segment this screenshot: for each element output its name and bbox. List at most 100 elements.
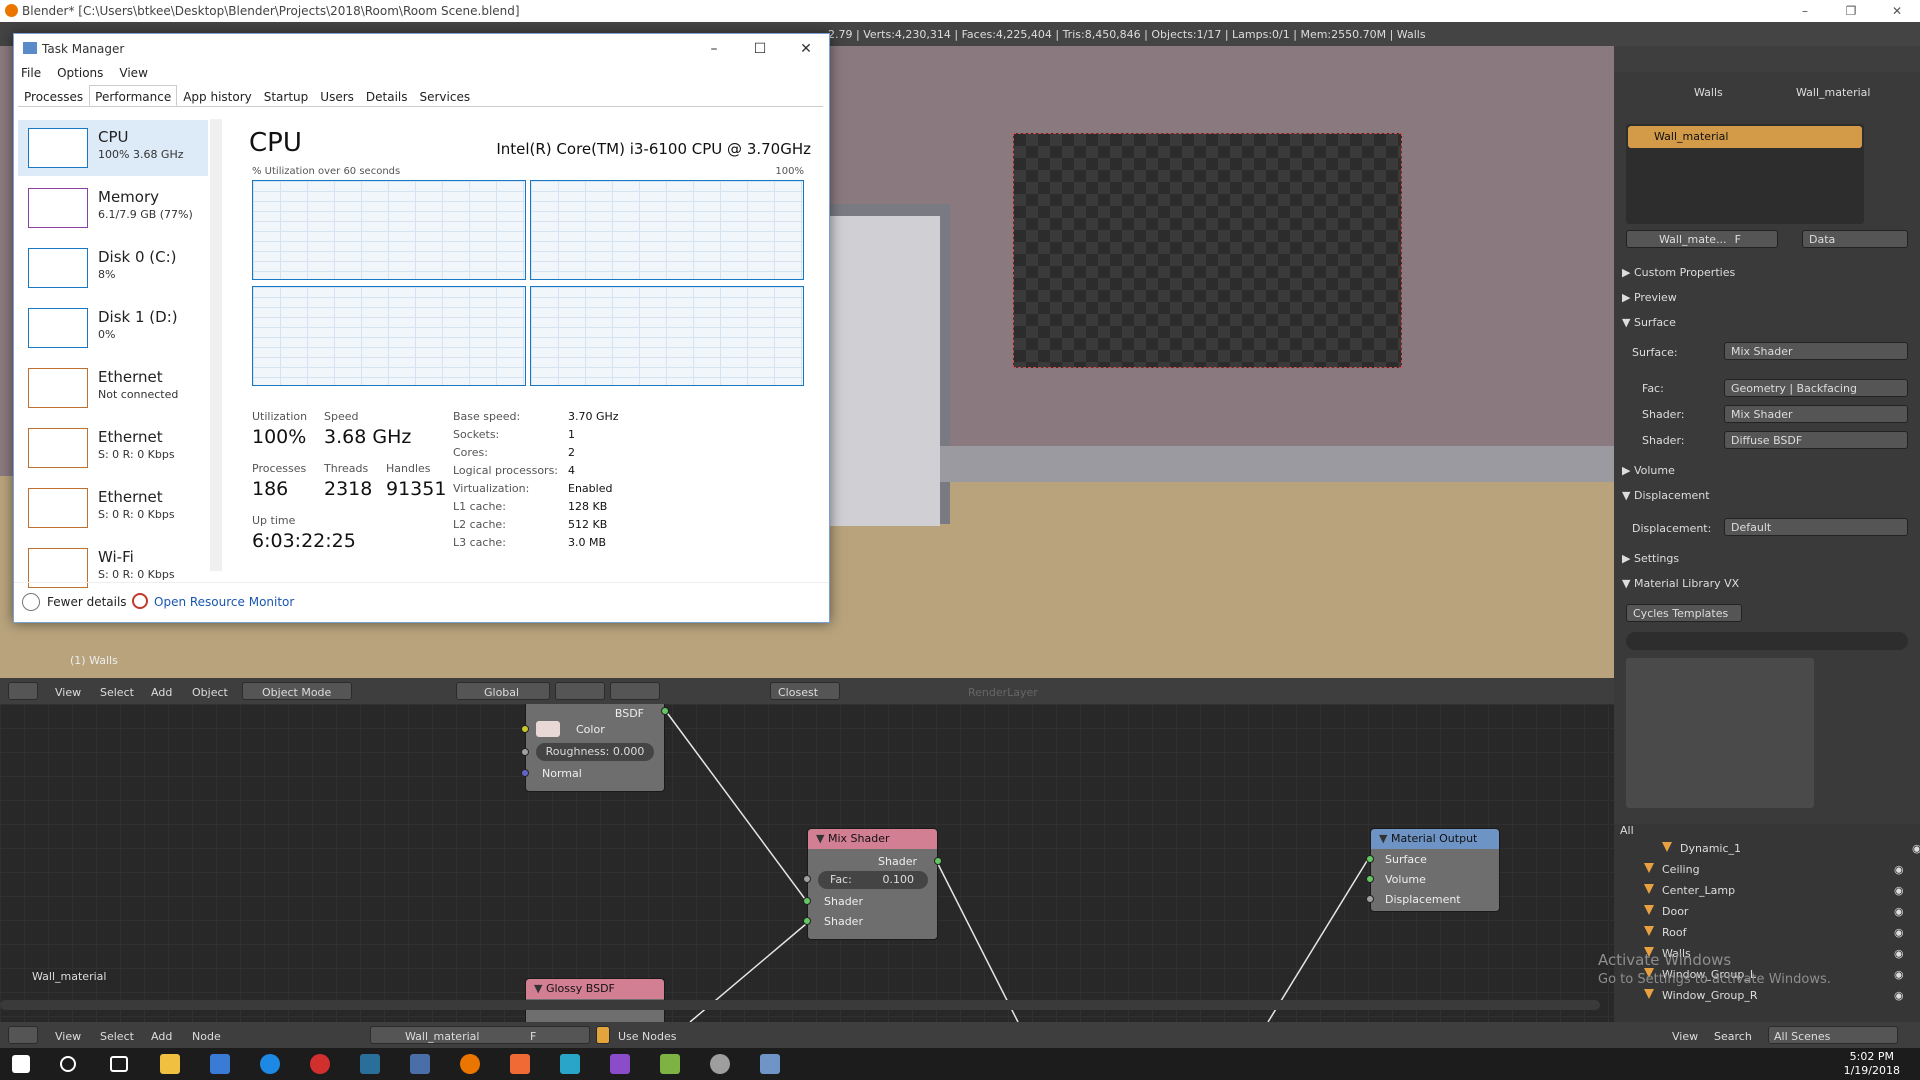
mix-fac-socket[interactable] (803, 875, 811, 883)
sidebar-item[interactable]: Disk 1 (D:) 0% (18, 300, 208, 356)
sidebar-item[interactable]: Ethernet Not connected (18, 360, 208, 416)
fac-dropdown[interactable]: Geometry | Backfacing (1724, 379, 1908, 397)
outliner-item[interactable]: Roof ◉ (1644, 926, 1904, 942)
roughness-socket[interactable] (521, 748, 529, 756)
view-menu[interactable]: View (55, 686, 81, 699)
outliner-item[interactable]: Dynamic_1 ◉ (1662, 842, 1920, 858)
bsdf-output-socket[interactable] (661, 707, 669, 715)
ne-add-menu[interactable]: Add (151, 1030, 172, 1043)
roughness-field[interactable]: Roughness: 0.000 (536, 743, 654, 761)
template-dropdown[interactable]: Cycles Templates (1626, 604, 1742, 622)
ne-material-field[interactable] (370, 1026, 590, 1044)
displacement-dropdown[interactable]: Default (1724, 518, 1908, 536)
surface-panel[interactable]: ▼ Surface (1622, 316, 1676, 329)
custom-properties-panel[interactable]: ▶ Custom Properties (1622, 266, 1735, 279)
sidebar-item[interactable]: Ethernet S: 0 R: 0 Kbps (18, 420, 208, 476)
app-icon[interactable] (410, 1054, 430, 1074)
search-icon[interactable] (60, 1056, 76, 1072)
preview-panel[interactable]: ▶ Preview (1622, 291, 1677, 304)
tm-tab[interactable]: Services (414, 85, 477, 106)
outliner-item[interactable]: Ceiling ◉ (1644, 863, 1904, 879)
visibility-eye-icon[interactable]: ◉ (1894, 905, 1904, 918)
material-fake-user[interactable]: F (1735, 233, 1741, 246)
outliner-view-menu[interactable]: View (1672, 1030, 1698, 1043)
mix-fac-field[interactable]: Fac: 0.100 (818, 871, 928, 889)
sidebar-scrollbar[interactable] (210, 119, 222, 571)
node-editor[interactable]: BSDF Color Roughness: 0.000 Normal ▼ Mix… (0, 704, 1614, 1022)
settings-panel[interactable]: ▶ Settings (1622, 552, 1679, 565)
color-swatch[interactable] (536, 721, 560, 737)
volume-socket[interactable] (1366, 875, 1374, 883)
visibility-eye-icon[interactable]: ◉ (1894, 947, 1904, 960)
store-icon[interactable] (210, 1054, 230, 1074)
outliner-filter[interactable]: All (1620, 824, 1634, 840)
material-datablock-field[interactable]: Wall_mate... F (1626, 230, 1778, 248)
task-manager-window[interactable]: Task Manager – ☐ ✕ File Options View Proce… (13, 33, 830, 623)
app2-icon[interactable] (560, 1054, 580, 1074)
tm-tab[interactable]: Users (314, 85, 360, 106)
normal-socket[interactable] (521, 769, 529, 777)
origin-icon[interactable] (510, 1054, 530, 1074)
editor-type-button[interactable] (8, 682, 38, 700)
tm-tab[interactable]: App history (177, 85, 258, 106)
tm-menu-item[interactable]: File (21, 66, 41, 80)
node-editor-type-button[interactable] (8, 1026, 38, 1044)
sidebar-item[interactable]: CPU 100% 3.68 GHz (18, 120, 208, 176)
sidebar-item[interactable]: Ethernet S: 0 R: 0 Kbps (18, 480, 208, 536)
sidebar-item[interactable]: Memory 6.1/7.9 GB (77%) (18, 180, 208, 236)
task-manager-taskbar-icon[interactable] (760, 1054, 780, 1074)
ne-fake-user-button[interactable]: F (530, 1030, 536, 1043)
opera-icon[interactable] (310, 1054, 330, 1074)
sidebar-item[interactable]: Disk 0 (C:) 8% (18, 240, 208, 296)
tm-minimize-button[interactable]: – (691, 34, 737, 66)
tm-tab[interactable]: Startup (258, 85, 315, 106)
tm-tab[interactable]: Performance (89, 85, 178, 106)
material-slot-list[interactable]: Wall_material (1626, 124, 1864, 224)
task-view-icon[interactable] (110, 1056, 128, 1072)
tm-maximize-button[interactable]: ☐ (737, 34, 783, 66)
steam-icon[interactable] (360, 1054, 380, 1074)
ne-view-menu[interactable]: View (55, 1030, 81, 1043)
displacement-panel[interactable]: ▼ Displacement (1622, 489, 1710, 502)
taskbar-clock[interactable]: 5:02 PM 1/19/2018 (1844, 1050, 1900, 1078)
visibility-eye-icon[interactable]: ◉ (1894, 884, 1904, 897)
app3-icon[interactable] (710, 1054, 730, 1074)
outliner[interactable]: All Dynamic_1 ◉ Ceiling ◉ Center_Lamp ◉ Door ◉ R… (1614, 824, 1920, 1022)
visibility-eye-icon[interactable]: ◉ (1912, 842, 1920, 855)
outliner-search-menu[interactable]: Search (1714, 1030, 1752, 1043)
task-manager-titlebar[interactable]: Task Manager – ☐ ✕ (14, 34, 829, 66)
add-menu[interactable]: Add (151, 686, 172, 699)
mix-output-socket[interactable] (934, 857, 942, 865)
tm-menu-item[interactable]: Options (57, 66, 103, 80)
ne-select-menu[interactable]: Select (100, 1030, 134, 1043)
link-data-dropdown[interactable]: Data (1802, 230, 1908, 248)
maximize-button[interactable]: ❐ (1828, 0, 1874, 22)
volume-panel[interactable]: ▶ Volume (1622, 464, 1675, 477)
visibility-eye-icon[interactable]: ◉ (1894, 926, 1904, 939)
material-library-panel[interactable]: ▼ Material Library VX (1622, 577, 1739, 590)
material-slot-item[interactable]: Wall_material (1628, 126, 1862, 148)
layer-buttons-1[interactable] (555, 682, 605, 700)
mix-input1-socket[interactable] (803, 897, 811, 905)
edge-icon[interactable] (260, 1054, 280, 1074)
library-list[interactable] (1626, 658, 1814, 808)
ne-node-menu[interactable]: Node (192, 1030, 221, 1043)
visibility-eye-icon[interactable]: ◉ (1894, 989, 1904, 1002)
color-socket[interactable] (521, 725, 529, 733)
object-menu[interactable]: Object (192, 686, 228, 699)
use-nodes-checkbox[interactable] (596, 1026, 610, 1044)
surface-socket[interactable] (1366, 855, 1374, 863)
layer-buttons-2[interactable] (610, 682, 660, 700)
visibility-eye-icon[interactable]: ◉ (1894, 863, 1904, 876)
outliner-item[interactable]: Center_Lamp ◉ (1644, 884, 1904, 900)
select-menu[interactable]: Select (100, 686, 134, 699)
open-resource-monitor-link[interactable]: Open Resource Monitor (154, 595, 294, 609)
blender-taskbar-icon[interactable] (460, 1054, 480, 1074)
displacement-socket[interactable] (1366, 895, 1374, 903)
notepad-icon[interactable] (660, 1054, 680, 1074)
fewer-details-link[interactable]: Fewer details (47, 595, 127, 609)
mix-input2-socket[interactable] (803, 917, 811, 925)
fewer-details-icon[interactable] (22, 593, 40, 611)
tm-close-button[interactable]: ✕ (783, 34, 829, 66)
shader1-dropdown[interactable]: Mix Shader (1724, 405, 1908, 423)
